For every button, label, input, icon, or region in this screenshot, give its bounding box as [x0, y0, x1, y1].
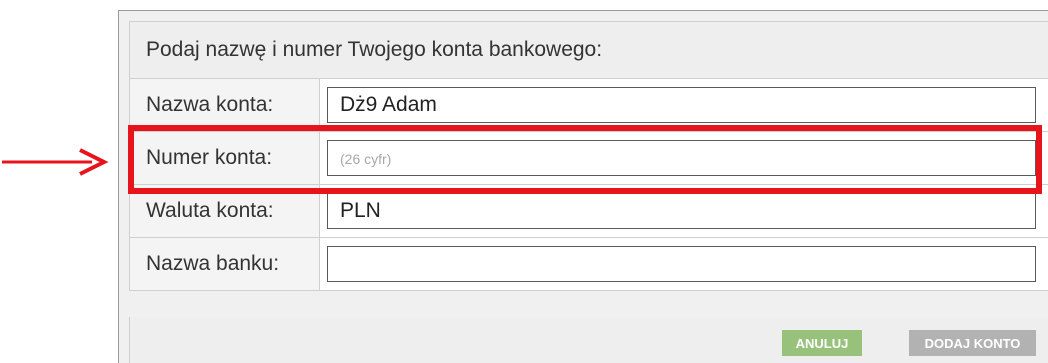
bank-name-input[interactable]: [327, 246, 1036, 282]
account-number-input[interactable]: [327, 140, 1036, 176]
account-name-label: Nazwa konta:: [129, 78, 320, 132]
account-name-input[interactable]: [327, 87, 1036, 123]
currency-label: Waluta konta:: [129, 184, 320, 238]
account-name-cell: [319, 78, 1048, 132]
form-row-account-name: Nazwa konta:: [129, 78, 1048, 132]
form-row-currency: Waluta konta:: [129, 184, 1048, 238]
add-account-button[interactable]: DODAJ KONTO: [909, 330, 1036, 356]
dialog-header-row: Podaj nazwę i numer Twojego konta bankow…: [129, 21, 1048, 79]
dialog-footer: ANULUJ DODAJ KONTO: [129, 317, 1048, 363]
dialog-title: Podaj nazwę i numer Twojego konta bankow…: [129, 21, 1048, 79]
form-row-bank-name: Nazwa banku:: [129, 237, 1048, 291]
bank-name-label: Nazwa banku:: [129, 237, 320, 291]
cancel-button[interactable]: ANULUJ: [782, 330, 862, 356]
currency-input[interactable]: [327, 193, 1036, 229]
form-row-account-number: Numer konta:: [129, 131, 1048, 185]
bank-account-form: Podaj nazwę i numer Twojego konta bankow…: [129, 21, 1048, 291]
bank-name-cell: [319, 237, 1048, 291]
currency-cell: [319, 184, 1048, 238]
account-number-label: Numer konta:: [129, 131, 320, 185]
account-number-cell: [319, 131, 1048, 185]
arrow-right-icon: [2, 148, 109, 176]
bank-account-dialog: Podaj nazwę i numer Twojego konta bankow…: [118, 10, 1048, 363]
screenshot-stage: Podaj nazwę i numer Twojego konta bankow…: [0, 0, 1048, 363]
